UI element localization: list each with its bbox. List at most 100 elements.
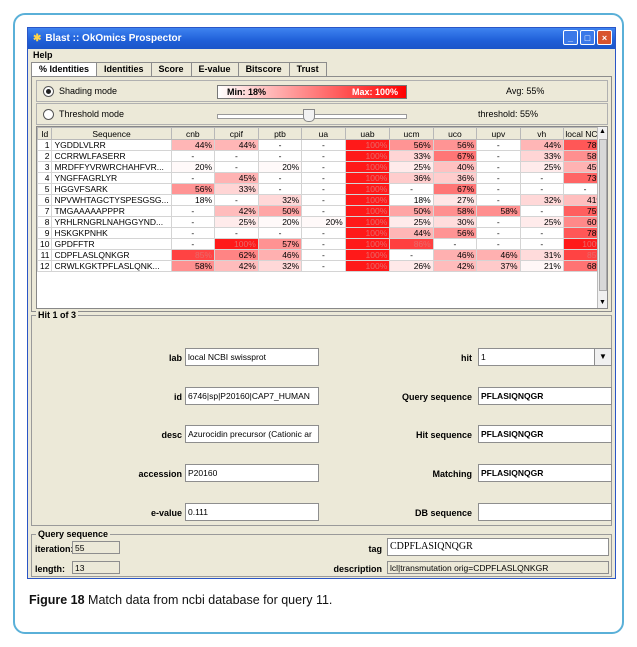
table-row[interactable]: 4 YNGFFAGRLYR -45% - -100% 36% 36% - -73% [37,172,607,184]
identity-cell: 42% [214,260,259,272]
menu-help[interactable]: Help [33,50,53,60]
e-value-field[interactable]: 0.111 [185,503,319,521]
accession-field[interactable]: P20160 [185,464,319,482]
table-row[interactable]: 6 NPVWHTAGCTYSPESGSG... 18% -32% -100% 18% 27%… [37,194,607,206]
identity-cell: 100% [344,139,391,151]
identity-cell: 31% [519,249,564,261]
identity-cell: 46% [476,249,521,261]
identity-cell: 86% [389,238,434,250]
identity-cell: 32% [257,260,303,272]
matching-field[interactable]: PFLASIQNQGR [478,464,612,482]
identity-cell: - [214,150,259,162]
identity-cell: 25% [214,216,259,228]
table-row[interactable]: 10 GPDFFTR -100% 57% -100% 86% - - -100% [37,238,607,250]
scroll-thumb[interactable] [599,139,607,291]
db-sequence-field[interactable] [478,503,612,521]
identity-cell: 100% [344,238,391,250]
row-sequence: NPVWHTAGCTYSPESGSG... [51,194,172,206]
minimize-button[interactable]: _ [563,30,578,45]
identity-cell: 33% [214,183,259,195]
threshold-slider[interactable] [217,108,407,122]
identity-cell: 67% [432,183,478,195]
threshold-mode-row: Threshold mode threshold: 55% [36,103,608,125]
table-row[interactable]: 5 HGGVFSARK 56% 33% - -100% -67% - - - [37,183,607,195]
identity-grid: Id Sequence cnb cpif ptb ua uab ucm uco upv vh loca… [37,127,607,272]
table-row[interactable]: 3 MRDFFYVRWRCHAHFVR... 20% -20% -100% 25% 40% -… [37,161,607,173]
query-sequence-field[interactable]: PFLASIQNQGR [478,387,612,405]
column-header[interactable]: uab [344,127,391,140]
maximize-button[interactable]: □ [580,30,595,45]
identity-cell: 36% [389,172,434,184]
row-id: 9 [37,227,53,239]
scroll-down-arrow[interactable]: ▼ [598,298,607,308]
shading-mode-label: Shading mode [59,86,118,96]
identity-cell: 100% [214,238,259,250]
shading-max: Max: 100% [351,87,398,97]
tab-bitscore[interactable]: Bitscore [237,62,290,76]
title-bar[interactable]: ✱ Blast :: OkOmics Prospector _ □ × [28,28,615,49]
figure-caption-text: Match data from ncbi database for query … [84,593,333,607]
identity-cell: 100% [344,260,391,272]
id-field[interactable]: 6746|sp|P20160|CAP7_HUMAN [185,387,319,405]
row-id: 10 [37,238,53,250]
e-value-label: e-value [150,508,182,518]
slider-knob[interactable] [303,109,315,122]
row-id: 7 [37,205,53,217]
tab-e-value[interactable]: E-value [190,62,239,76]
identity-cell: 58% [476,205,521,217]
identity-cell: - [301,161,346,173]
shading-mode-row: Shading mode Min: 18% Max: 100% Avg: 55% [36,80,608,102]
column-header[interactable]: cpif [214,127,259,140]
identity-cell: - [257,172,303,184]
identity-cell: - [301,227,346,239]
table-row[interactable]: 9 HSKGKPNHK - - - -100% 44% 56% - -78% [37,227,607,239]
close-button[interactable]: × [597,30,612,45]
column-header[interactable]: Sequence [51,127,172,140]
tag-field[interactable]: CDPFLASIQNQGR [387,538,609,556]
identity-cell: - [301,172,346,184]
scroll-up-arrow[interactable]: ▲ [598,127,607,137]
hit-sequence-field[interactable]: PFLASIQNQGR [478,425,612,443]
table-row[interactable]: 7 TMGAAAAAPPPR -42% 50% -100% 50% 58% 58% -75% [37,205,607,217]
identity-cell: 100% [344,161,391,173]
identity-cell: - [257,150,303,162]
identity-cell: 50% [257,205,303,217]
column-header[interactable]: vh [519,127,564,140]
table-scrollbar[interactable]: ▲ ▼ [597,127,607,308]
table-row[interactable]: 2 CCRRWLFASERR - - - -100% 33% 67% -33% 58% [37,150,607,162]
desc-field[interactable]: Azurocidin precursor (Cationic ar [185,425,319,443]
tab-percent-identities[interactable]: % Identities [31,62,98,76]
tab-trust[interactable]: Trust [288,62,327,76]
identity-cell: 18% [389,194,434,206]
identity-cell: 25% [519,161,564,173]
column-header[interactable]: cnb [170,127,216,140]
identity-cell: - [301,249,346,261]
chevron-down-icon[interactable]: ▼ [594,349,611,365]
hit-combo[interactable]: 1 ▼ [478,348,612,366]
identity-cell: 20% [257,161,303,173]
lab-field[interactable]: local NCBI swissprot [185,348,319,366]
identity-cell: 56% [389,139,434,151]
column-header[interactable]: ptb [257,127,303,140]
identity-cell: 46% [257,249,303,261]
identity-cell: 32% [257,194,303,206]
tab-identities[interactable]: Identities [96,62,152,76]
shading-average: Avg: 55% [506,86,545,96]
identity-cell: 37% [476,260,521,272]
table-row[interactable]: 11 CDPFLASLQNKGR 85% 62% 46% -100% -46% 46% 31% 8… [37,249,607,261]
threshold-mode-radio[interactable] [43,108,54,120]
table-row[interactable]: 12 CRWLKGKTPFLASLQNK... 58% 42% 32% -100% 26% 4… [37,260,607,272]
id-label: id [174,392,182,402]
column-header[interactable]: ua [301,127,346,140]
tab-score[interactable]: Score [150,62,192,76]
table-row[interactable]: 1 YGDDLVLRR 44% 44% - -100% 56% 56% -44% 78% [37,139,607,151]
shading-mode-radio[interactable] [43,85,54,97]
column-header[interactable]: ucm [389,127,434,140]
column-header[interactable]: uco [432,127,478,140]
column-header[interactable]: Id [37,127,53,140]
identity-cell: 100% [344,227,391,239]
table-row[interactable]: 8 YRHLRNGRLNAHGGYND... -25% 20% 20% 100% 25% 30… [37,216,607,228]
identity-cell: 20% [301,216,346,228]
row-id: 1 [37,139,53,151]
column-header[interactable]: upv [476,127,521,140]
